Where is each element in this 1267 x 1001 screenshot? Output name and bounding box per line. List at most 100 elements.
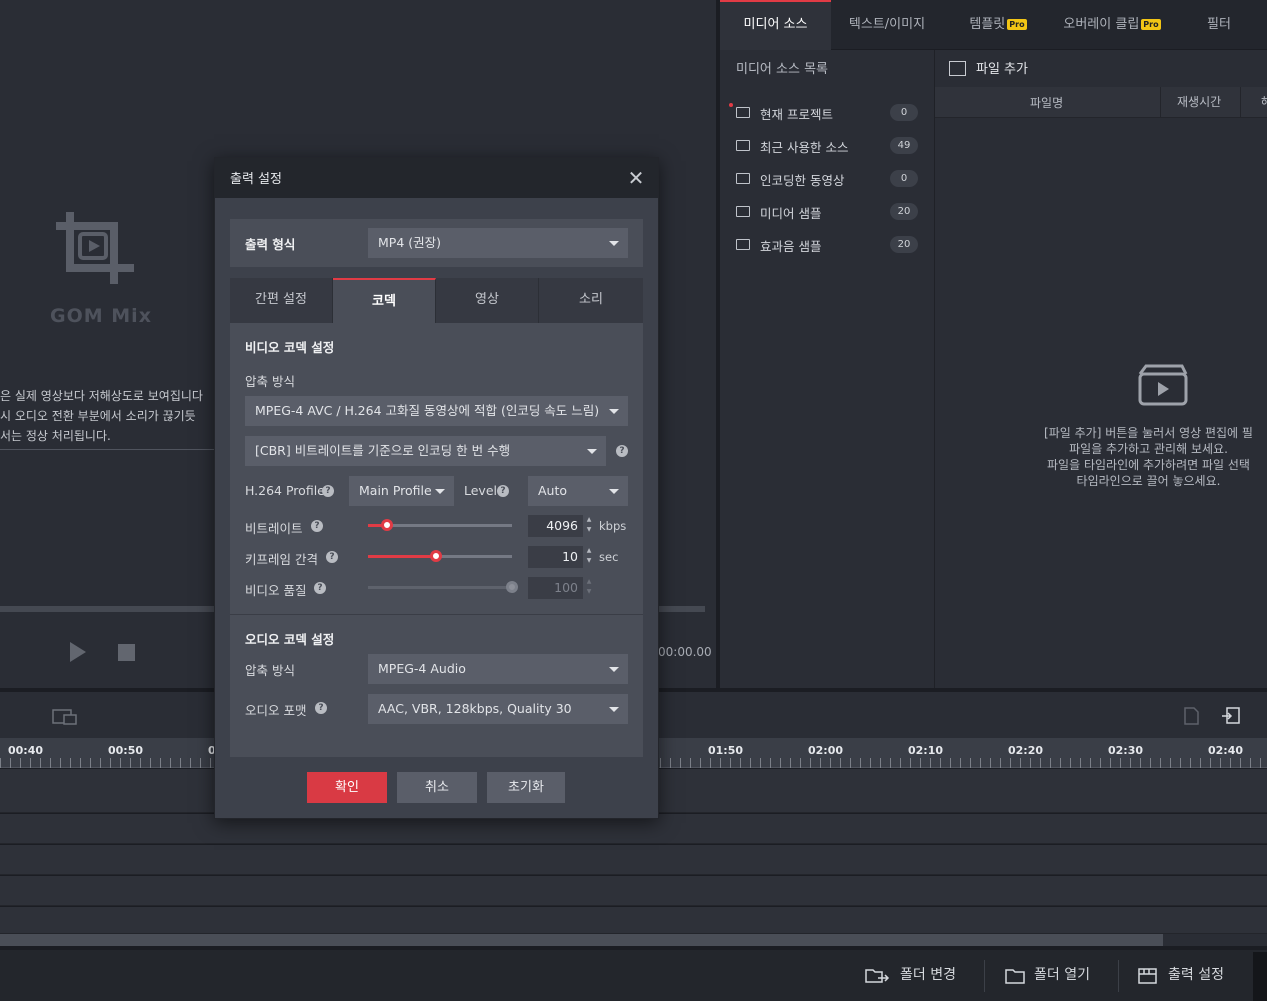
select-value: AAC, VBR, 128kbps, Quality 30: [378, 701, 572, 716]
format-select[interactable]: MP4 (권장): [368, 228, 628, 258]
tab-audio[interactable]: 소리: [539, 278, 643, 323]
chevron-down-icon: [609, 667, 619, 672]
source-media-samples[interactable]: 미디어 샘플 20: [728, 198, 924, 231]
notice-line: 서는 정상 처리됩니다.: [0, 429, 111, 443]
help-icon[interactable]: ?: [616, 445, 628, 457]
confirm-button[interactable]: 확인: [307, 772, 387, 803]
folder-open-icon: [736, 107, 750, 118]
source-count: 0: [890, 170, 918, 187]
source-sfx-samples[interactable]: 효과음 샘플 20: [728, 231, 924, 264]
bitrate-unit: kbps: [599, 519, 627, 533]
reset-button[interactable]: 초기화: [487, 772, 565, 803]
tab-codec[interactable]: 코덱: [333, 278, 436, 323]
column-filename[interactable]: 파일명: [1030, 94, 1063, 111]
video-codec-select[interactable]: MPEG-4 AVC / H.264 고화질 동영상에 적합 (인코딩 속도 느…: [245, 396, 628, 426]
source-label: 현재 프로젝트: [760, 107, 833, 122]
preview-notice: 은 실제 영상보다 저해상도로 보여집니다 시 오디오 전환 부분에서 소리가 …: [0, 386, 215, 446]
tab-simple-settings[interactable]: 간편 설정: [230, 278, 333, 323]
keyframe-unit: sec: [599, 550, 619, 564]
bitrate-slider-thumb[interactable]: [381, 519, 393, 531]
tab-media-source[interactable]: 미디어 소스: [720, 0, 831, 50]
notice-line: 시 오디오 전환 부분에서 소리가 끊기듯: [0, 409, 196, 423]
level-select[interactable]: Auto: [528, 476, 628, 506]
stop-icon[interactable]: [118, 644, 135, 661]
source-label: 미디어 샘플: [760, 206, 822, 221]
edge-strip: [1253, 952, 1267, 1001]
tab-template[interactable]: 템플릿 Pro: [943, 0, 1053, 50]
tab-label: 영상: [475, 292, 499, 307]
tab-label: 미디어 소스: [743, 17, 808, 32]
tick-label: 02:30: [1108, 744, 1144, 757]
new-project-icon[interactable]: [1182, 706, 1202, 726]
snapshot-icon[interactable]: [52, 707, 78, 725]
tab-label: 텍스트/이미지: [848, 17, 926, 32]
audio-section-title: 오디오 코덱 설정: [245, 632, 335, 647]
tab-text-image[interactable]: 텍스트/이미지: [831, 0, 943, 50]
source-recent[interactable]: 최근 사용한 소스 49: [728, 132, 924, 165]
close-icon[interactable]: ✕: [626, 168, 646, 188]
cancel-button[interactable]: 취소: [397, 772, 477, 803]
h264-profile-select[interactable]: Main Profile: [349, 476, 454, 506]
column-resolution[interactable]: 해: [1240, 87, 1267, 117]
change-folder-button[interactable]: 폴더 변경: [900, 950, 956, 1001]
help-icon[interactable]: ?: [314, 582, 326, 594]
open-folder-button[interactable]: 폴더 열기: [1034, 950, 1090, 1001]
column-duration[interactable]: 재생시간: [1160, 87, 1221, 117]
audio-codec-select[interactable]: MPEG-4 Audio: [368, 654, 628, 684]
help-icon[interactable]: ?: [322, 485, 334, 497]
folder-change-icon: [865, 969, 890, 983]
quality-input: 100: [528, 577, 583, 599]
help-icon[interactable]: ?: [311, 520, 323, 532]
tab-overlay-clip[interactable]: 오버레이 클립 Pro: [1053, 0, 1171, 50]
tick-label: 02:00: [808, 744, 844, 757]
tick-label: 00:40: [8, 744, 44, 757]
folder-icon: [736, 140, 750, 151]
select-value: Auto: [538, 483, 568, 498]
help-icon[interactable]: ?: [315, 702, 327, 714]
keyframe-stepper[interactable]: ▲ ▼: [585, 546, 593, 568]
keyframe-slider-thumb[interactable]: [430, 550, 442, 562]
bitrate-mode-select[interactable]: [CBR] 비트레이트를 기준으로 인코딩 한 번 수행: [245, 436, 606, 466]
timeline-track[interactable]: [0, 845, 1267, 875]
tab-label: 간편 설정: [255, 292, 307, 307]
pro-badge: Pro: [1007, 19, 1027, 30]
source-count: 0: [890, 104, 918, 121]
compression-label: 압축 방식: [245, 374, 295, 389]
bitrate-input[interactable]: 4096: [528, 515, 583, 537]
audio-format-select[interactable]: AAC, VBR, 128kbps, Quality 30: [368, 694, 628, 724]
empty-list-message: [파일 추가] 버튼을 눌러서 영상 편집에 필 파일을 추가하고 관리해 보세…: [1030, 425, 1267, 489]
timeline-track[interactable]: [0, 876, 1267, 906]
horizontal-scrollbar[interactable]: [0, 934, 1163, 946]
output-settings-button[interactable]: 출력 설정: [1168, 950, 1224, 1001]
play-icon[interactable]: [70, 642, 86, 662]
folder-icon: [736, 239, 750, 250]
level-label: Level: [464, 483, 497, 498]
clapperboard-icon: [1138, 364, 1188, 406]
notice-line: 은 실제 영상보다 저해상도로 보여집니다: [0, 389, 203, 403]
message-line: 파일을 타임라인에 추가하려면 파일 선택: [1047, 458, 1250, 472]
tab-filter[interactable]: 필터: [1171, 0, 1267, 50]
help-icon[interactable]: ?: [326, 551, 338, 563]
source-encoded[interactable]: 인코딩한 동영상 0: [728, 165, 924, 198]
add-file-icon: [949, 61, 966, 76]
source-current-project[interactable]: 현재 프로젝트 0: [728, 99, 924, 132]
logo-wordmark: GOM Mix: [50, 305, 152, 327]
chevron-down-icon: [609, 489, 619, 494]
tick-label: 01:50: [708, 744, 744, 757]
add-file-button[interactable]: 파일 추가: [976, 58, 1028, 77]
select-value: MPEG-4 Audio: [378, 661, 466, 676]
folder-icon: [1005, 969, 1025, 984]
help-icon[interactable]: ?: [497, 485, 509, 497]
tab-video[interactable]: 영상: [436, 278, 539, 323]
quality-slider-thumb: [506, 581, 518, 593]
timeline-track[interactable]: [0, 907, 1267, 934]
time-readout: 00:00.00: [658, 645, 712, 659]
tab-label: 코덱: [372, 294, 396, 309]
tick-label: 02:40: [1208, 744, 1244, 757]
bitrate-stepper[interactable]: ▲ ▼: [585, 515, 593, 537]
select-value: MP4 (권장): [378, 235, 442, 250]
replace-icon[interactable]: [1220, 706, 1242, 726]
source-count: 20: [890, 236, 918, 253]
keyframe-input[interactable]: 10: [528, 546, 583, 568]
message-line: 타임라인으로 끌어 놓으세요.: [1076, 474, 1221, 488]
